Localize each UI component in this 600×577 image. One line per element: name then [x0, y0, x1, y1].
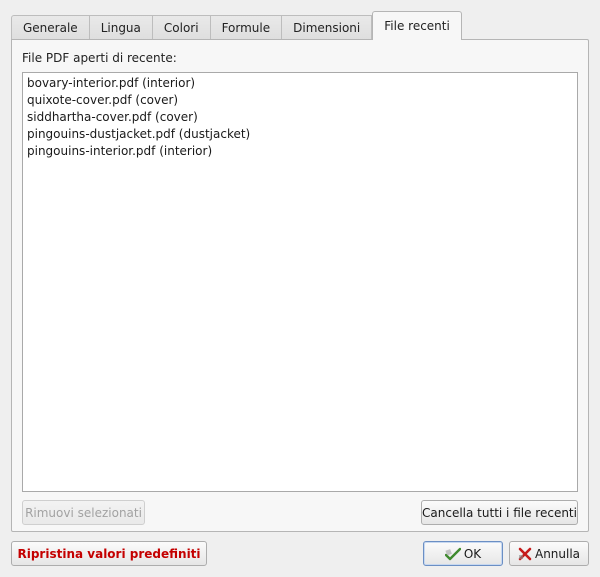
- reset-defaults-button[interactable]: Ripristina valori predefiniti: [11, 541, 207, 566]
- list-item[interactable]: pingouins-interior.pdf (interior): [27, 143, 573, 160]
- tab-lingua[interactable]: Lingua: [88, 15, 153, 40]
- tab-formule[interactable]: Formule: [209, 15, 283, 40]
- list-item[interactable]: pingouins-dustjacket.pdf (dustjacket): [27, 126, 573, 143]
- cancel-button[interactable]: Annulla: [509, 541, 589, 566]
- check-icon: [444, 547, 461, 561]
- tab-dimensioni[interactable]: Dimensioni: [281, 15, 373, 40]
- preferences-dialog: Generale Lingua Colori Formule Dimension…: [0, 0, 600, 577]
- list-item[interactable]: siddhartha-cover.pdf (cover): [27, 109, 573, 126]
- tab-bar: Generale Lingua Colori Formule Dimension…: [11, 11, 462, 41]
- ok-label: OK: [463, 546, 482, 561]
- list-item[interactable]: bovary-interior.pdf (interior): [27, 75, 573, 92]
- cancel-label: Annulla: [534, 546, 581, 561]
- remove-selected-button[interactable]: Rimuovi selezionati: [22, 500, 145, 525]
- x-icon: [518, 547, 532, 561]
- list-item[interactable]: quixote-cover.pdf (cover): [27, 92, 573, 109]
- recent-files-list[interactable]: bovary-interior.pdf (interior) quixote-c…: [22, 72, 578, 492]
- ok-button[interactable]: OK: [423, 541, 503, 566]
- clear-all-recent-button[interactable]: Cancella tutti i file recenti: [421, 500, 578, 525]
- tab-file-recenti[interactable]: File recenti: [372, 11, 462, 41]
- tab-generale[interactable]: Generale: [11, 15, 90, 40]
- tab-panel-file-recenti: File PDF aperti di recente: bovary-inter…: [11, 39, 589, 532]
- recent-files-label: File PDF aperti di recente:: [22, 51, 177, 65]
- tab-colori[interactable]: Colori: [151, 15, 211, 40]
